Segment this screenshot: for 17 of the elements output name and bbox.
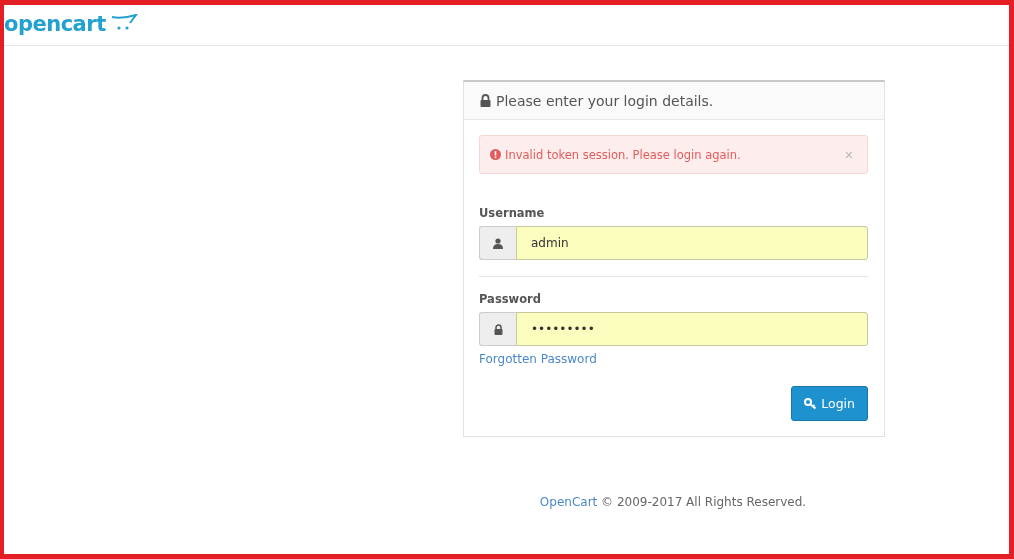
field-label: Password (479, 292, 542, 306)
panel-title: Please enter your login details. (496, 92, 714, 109)
opencart-link[interactable]: OpenCart (539, 495, 598, 509)
username-field[interactable]: admin (516, 226, 868, 260)
lock-icon (493, 323, 503, 335)
logo[interactable]: opencart (4, 11, 138, 36)
user-icon (493, 237, 503, 249)
alert-message: Invalid token session. Please login again. (505, 147, 742, 162)
copyright-text: OpenCart © 2009-2017 All Rights Reserved. (539, 495, 807, 509)
login-button[interactable]: Login (791, 386, 868, 421)
cart-icon (109, 13, 138, 30)
exclamation-icon (490, 149, 501, 160)
password-field[interactable]: ••••••••• (516, 312, 868, 346)
key-icon (804, 398, 818, 409)
forgotten-password-link[interactable]: Forgotten Password (479, 352, 597, 366)
field-label: Username (479, 206, 546, 220)
lock-icon (480, 94, 491, 107)
